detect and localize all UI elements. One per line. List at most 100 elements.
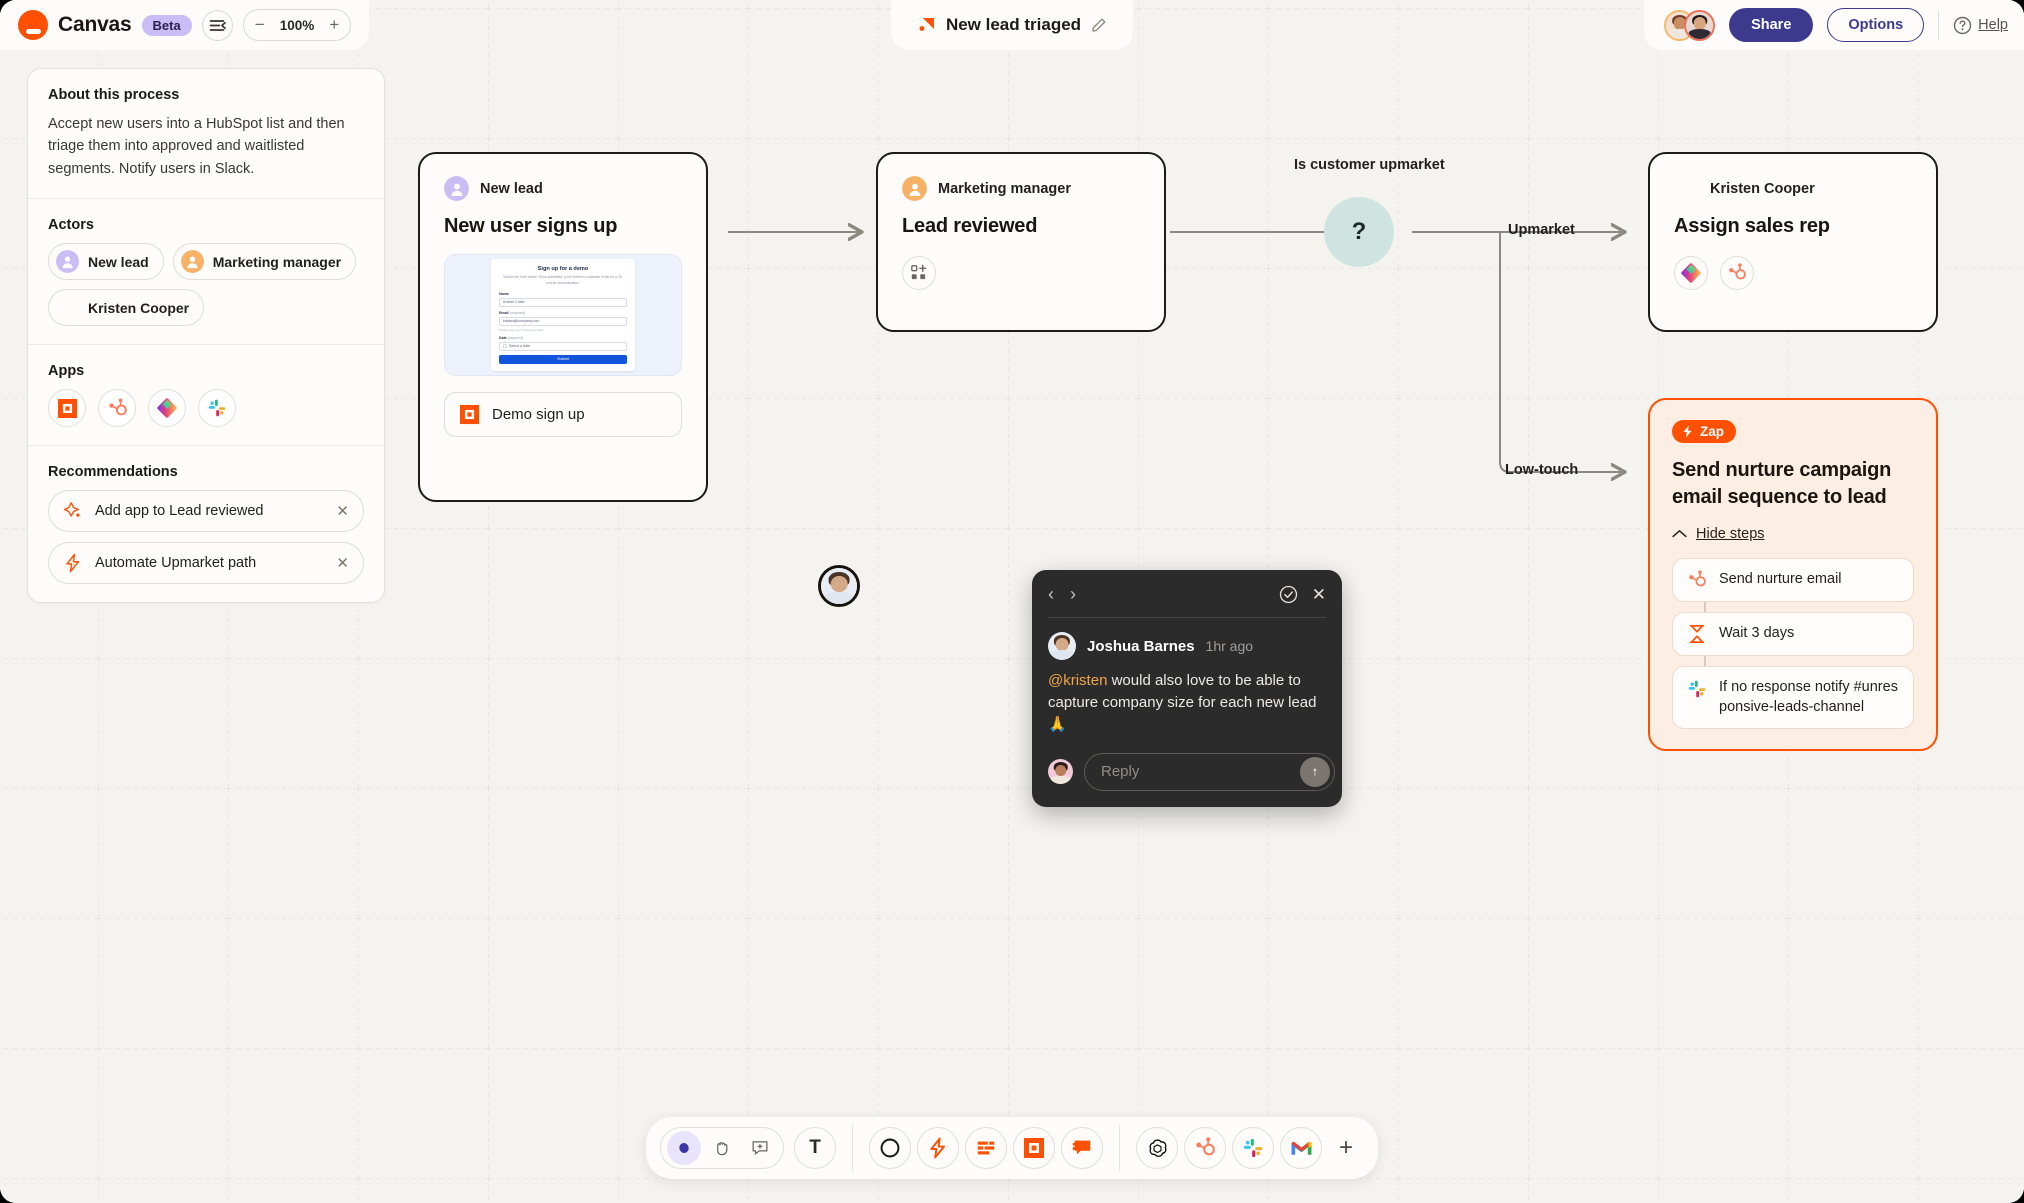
shape-tool[interactable] [869,1127,911,1169]
gmail-app[interactable] [1280,1127,1322,1169]
zoom-in-button[interactable]: + [321,12,347,38]
zapier-logo[interactable] [18,10,48,40]
actor-chip-marketing-manager[interactable]: Marketing manager [172,243,357,281]
form-field-value: Select a date [499,341,627,351]
comment-mention[interactable]: @kristen [1048,672,1107,689]
dismiss-recommendation-button[interactable]: ✕ [336,502,349,520]
about-panel: About this process Accept new users into… [27,68,385,604]
reply-input[interactable] [1101,763,1300,781]
orange-user-icon [180,250,204,274]
resolve-icon[interactable] [1279,585,1298,604]
form-field-value: kristen@company.com [499,316,627,326]
actor-label: Kristen Cooper [88,299,190,316]
text-tool[interactable]: T [794,1127,836,1169]
select-tool[interactable] [667,1131,701,1165]
node-actor: New lead [444,176,682,201]
slack-icon[interactable] [198,389,236,428]
node-new-user-signs-up[interactable]: New lead New user signs up Sign up for a… [418,152,708,502]
zap-step-slack-notify[interactable]: If no response notify #unresponsive-lead… [1672,666,1914,730]
recommendation-item-automate-path[interactable]: Automate Upmarket path ✕ [48,542,364,585]
table-tool[interactable] [965,1127,1007,1169]
openai-app[interactable] [1136,1127,1178,1169]
cursor-icon [679,1143,689,1153]
node-title: New user signs up [444,215,618,237]
add-app-button[interactable]: + [1328,1130,1364,1166]
tables-icon[interactable] [148,389,186,428]
next-comment-button[interactable]: › [1070,584,1076,605]
decision-symbol: ? [1351,218,1367,245]
zoom-level-label: 100% [279,17,315,33]
comment-actions: ✕ [1279,585,1326,605]
help-button[interactable]: Help [1953,16,2008,35]
branch-label-low-touch: Low-touch [1505,462,1579,478]
node-lead-reviewed[interactable]: Marketing manager Lead reviewed [876,152,1166,332]
apps-section: Apps [28,344,384,445]
comment-reply-row: ↑ [1048,752,1335,791]
interfaces-tool[interactable] [1013,1127,1055,1169]
actors-section: Actors New lead Marketing manager Kriste… [28,198,384,344]
actor-chip-kristen-cooper[interactable]: Kristen Cooper [48,289,205,327]
beta-badge: Beta [141,14,192,36]
interfaces-icon[interactable] [48,389,86,428]
help-label: Help [1978,17,2008,33]
actor-chip-new-lead[interactable]: New lead [48,243,164,281]
actors-list: New lead Marketing manager Kristen Coope… [48,243,364,327]
recommendations-section: Recommendations Add app to Lead reviewed… [28,445,384,602]
comment-popover[interactable]: ‹ › ✕ Joshua Barnes 1hr ago @kristen wou… [1032,570,1342,807]
comment-tool[interactable] [743,1131,777,1165]
bolt-icon [66,554,80,573]
node-title: Assign sales rep [1674,215,1830,237]
node-title: Lead reviewed [902,215,1038,237]
top-bar-right: Share Options Help [1644,0,2024,50]
reply-input-wrapper[interactable]: ↑ [1084,752,1335,791]
add-app-button[interactable] [902,256,936,290]
hubspot-icon[interactable] [1720,256,1754,290]
zap-tool[interactable] [917,1127,959,1169]
previous-comment-button[interactable]: ‹ [1048,584,1054,605]
apps-title: Apps [48,363,85,380]
node-actor-label: Marketing manager [938,180,1071,197]
send-reply-button[interactable]: ↑ [1300,756,1330,787]
dismiss-recommendation-button[interactable]: ✕ [336,554,349,572]
about-title: About this process [48,87,180,103]
slack-app[interactable] [1232,1127,1274,1169]
edit-pencil-icon[interactable] [1091,17,1107,33]
hubspot-icon[interactable] [98,389,136,428]
share-button[interactable]: Share [1729,8,1814,42]
gmail-icon [1291,1141,1311,1155]
zap-card[interactable]: Zap Send nurture campaign email sequence… [1648,398,1938,752]
collaborator-avatars[interactable] [1664,9,1716,41]
comment-marker[interactable] [818,565,860,607]
pointer-tools-group [660,1127,784,1169]
comment-author-name: Joshua Barnes [1087,637,1195,655]
chatbot-icon [1072,1140,1091,1155]
hubspot-icon [1689,570,1706,587]
zoom-out-button[interactable]: − [247,12,273,38]
form-preview[interactable]: Sign up for a demo Submit the form below… [444,254,682,376]
close-icon[interactable]: ✕ [1312,585,1326,605]
options-button[interactable]: Options [1827,8,1925,42]
decision-node[interactable]: ? [1324,197,1394,267]
process-icon [919,17,934,31]
tables-icon[interactable] [1674,256,1708,290]
hand-tool[interactable] [705,1131,739,1165]
chevron-up-icon [1672,530,1687,538]
toggle-steps-label: Hide steps [1696,526,1765,542]
chatbot-tool[interactable] [1061,1127,1103,1169]
zap-step-label: Send nurture email [1719,571,1842,588]
toggle-steps-button[interactable]: Hide steps [1672,526,1914,542]
avatar[interactable] [1684,9,1716,41]
circle-icon [880,1138,900,1158]
avatar [1048,632,1076,660]
node-app-pill-demo-sign-up[interactable]: Demo sign up [444,392,682,437]
slack-icon [1243,1138,1263,1158]
add-app-icon [911,264,927,280]
node-assign-sales-rep[interactable]: Kristen Cooper Assign sales rep [1648,152,1938,332]
recommendation-label: Add app to Lead reviewed [95,503,264,520]
zap-step-wait-3-days[interactable]: Wait 3 days [1672,612,1914,656]
zap-step-send-nurture-email[interactable]: Send nurture email [1672,558,1914,602]
hubspot-app[interactable] [1184,1127,1226,1169]
recommendation-item-add-app[interactable]: Add app to Lead reviewed ✕ [48,490,364,533]
collapse-panel-button[interactable] [201,9,233,41]
about-section: About this process Accept new users into… [28,69,384,198]
